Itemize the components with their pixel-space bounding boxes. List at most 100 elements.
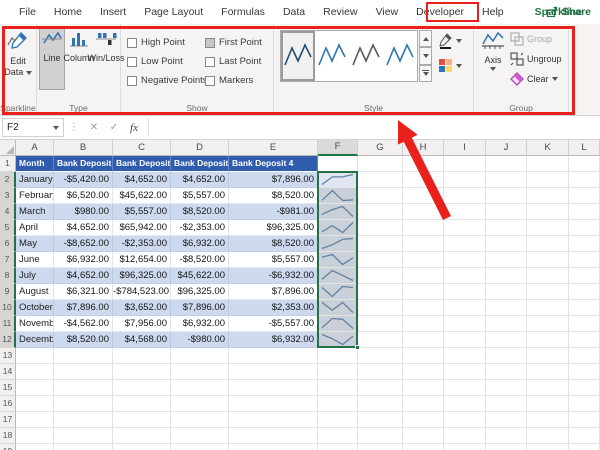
- cell-A8[interactable]: July: [16, 268, 54, 284]
- cell-L11[interactable]: [569, 316, 600, 332]
- row-header-7[interactable]: 7: [0, 252, 16, 268]
- cell-G6[interactable]: [358, 236, 403, 252]
- cell-E12[interactable]: $6,932.00: [229, 332, 318, 348]
- cell-I7[interactable]: [444, 252, 486, 268]
- cell-C10[interactable]: $3,652.00: [113, 300, 171, 316]
- column-header-C[interactable]: C: [113, 140, 171, 156]
- cell-E10[interactable]: $2,353.00: [229, 300, 318, 316]
- cell-A7[interactable]: June: [16, 252, 54, 268]
- table-header-C1[interactable]: Bank Deposit 2: [113, 156, 171, 172]
- cell-D15[interactable]: [171, 380, 229, 396]
- tab-developer[interactable]: Developer: [407, 0, 473, 24]
- column-header-F[interactable]: F: [318, 140, 358, 156]
- cell-L15[interactable]: [569, 380, 600, 396]
- cell-D8[interactable]: $45,622.00: [171, 268, 229, 284]
- row-header-6[interactable]: 6: [0, 236, 16, 252]
- cell-L18[interactable]: [569, 428, 600, 444]
- insert-function-icon[interactable]: fx: [124, 122, 144, 134]
- cell-B8[interactable]: $4,652.00: [54, 268, 113, 284]
- style-gallery-more-button[interactable]: [419, 64, 432, 82]
- cell-D7[interactable]: -$8,520.00: [171, 252, 229, 268]
- cell-J18[interactable]: [486, 428, 527, 444]
- tab-review[interactable]: Review: [314, 0, 366, 24]
- cell-K4[interactable]: [527, 204, 569, 220]
- cell-K7[interactable]: [527, 252, 569, 268]
- cell-D12[interactable]: -$980.00: [171, 332, 229, 348]
- cell-C3[interactable]: $45,622.00: [113, 188, 171, 204]
- cell-L5[interactable]: [569, 220, 600, 236]
- cell-E4[interactable]: -$981.00: [229, 204, 318, 220]
- cell-J4[interactable]: [486, 204, 527, 220]
- cell-G9[interactable]: [358, 284, 403, 300]
- cell-H18[interactable]: [403, 428, 444, 444]
- sparkline-cell-F3[interactable]: [318, 188, 358, 204]
- cell-D10[interactable]: $7,896.00: [171, 300, 229, 316]
- cell-H13[interactable]: [403, 348, 444, 364]
- cell-H14[interactable]: [403, 364, 444, 380]
- cell-B14[interactable]: [54, 364, 113, 380]
- column-header-K[interactable]: K: [527, 140, 569, 156]
- cell-E3[interactable]: $8,520.00: [229, 188, 318, 204]
- cell-C12[interactable]: $4,568.00: [113, 332, 171, 348]
- cell-K14[interactable]: [527, 364, 569, 380]
- cell-I13[interactable]: [444, 348, 486, 364]
- cell-I9[interactable]: [444, 284, 486, 300]
- sparkline-cell-F10[interactable]: [318, 300, 358, 316]
- row-header-1[interactable]: 1: [0, 156, 16, 172]
- cell-C13[interactable]: [113, 348, 171, 364]
- row-header-11[interactable]: 11: [0, 316, 16, 332]
- cell-A13[interactable]: [16, 348, 54, 364]
- row-header-4[interactable]: 4: [0, 204, 16, 220]
- cell-A10[interactable]: October: [16, 300, 54, 316]
- cell-E8[interactable]: -$6,932.00: [229, 268, 318, 284]
- table-header-B1[interactable]: Bank Deposit 1: [54, 156, 113, 172]
- cell-I2[interactable]: [444, 172, 486, 188]
- cell-H5[interactable]: [403, 220, 444, 236]
- cell-L7[interactable]: [569, 252, 600, 268]
- group-button[interactable]: Group: [510, 31, 562, 47]
- column-header-I[interactable]: I: [444, 140, 486, 156]
- cell-A14[interactable]: [16, 364, 54, 380]
- style-preview-1[interactable]: [281, 31, 315, 81]
- cell-J19[interactable]: [486, 444, 527, 450]
- cell-I5[interactable]: [444, 220, 486, 236]
- cell-L8[interactable]: [569, 268, 600, 284]
- column-header-A[interactable]: A: [16, 140, 54, 156]
- cell-K17[interactable]: [527, 412, 569, 428]
- table-header-D1[interactable]: Bank Deposit 3: [171, 156, 229, 172]
- cell-C4[interactable]: $5,557.00: [113, 204, 171, 220]
- cell-A19[interactable]: [16, 444, 54, 450]
- cell-K15[interactable]: [527, 380, 569, 396]
- cell-E5[interactable]: $96,325.00: [229, 220, 318, 236]
- sparkline-cell-F9[interactable]: [318, 284, 358, 300]
- cell-L12[interactable]: [569, 332, 600, 348]
- cell-C7[interactable]: $12,654.00: [113, 252, 171, 268]
- cell-F15[interactable]: [318, 380, 358, 396]
- cell-L13[interactable]: [569, 348, 600, 364]
- cell-B13[interactable]: [54, 348, 113, 364]
- row-header-19[interactable]: 19: [0, 444, 16, 450]
- cancel-icon[interactable]: ✕: [84, 122, 104, 133]
- row-header-9[interactable]: 9: [0, 284, 16, 300]
- cell-A12[interactable]: December: [16, 332, 54, 348]
- cell-I15[interactable]: [444, 380, 486, 396]
- cell-E9[interactable]: $7,896.00: [229, 284, 318, 300]
- cell-K10[interactable]: [527, 300, 569, 316]
- column-header-D[interactable]: D: [171, 140, 229, 156]
- cell-E16[interactable]: [229, 396, 318, 412]
- cell-B12[interactable]: $8,520.00: [54, 332, 113, 348]
- cell-F19[interactable]: [318, 444, 358, 450]
- sparkline-cell-F4[interactable]: [318, 204, 358, 220]
- type-button-winloss[interactable]: Win/Loss: [88, 28, 125, 90]
- cell-C19[interactable]: [113, 444, 171, 450]
- cell-D9[interactable]: $96,325.00: [171, 284, 229, 300]
- cell-G2[interactable]: [358, 172, 403, 188]
- cell-E11[interactable]: -$5,557.00: [229, 316, 318, 332]
- cell-D4[interactable]: $8,520.00: [171, 204, 229, 220]
- cell-L19[interactable]: [569, 444, 600, 450]
- cell-G18[interactable]: [358, 428, 403, 444]
- sparkline-cell-F5[interactable]: [318, 220, 358, 236]
- cell-B10[interactable]: $7,896.00: [54, 300, 113, 316]
- cell-J8[interactable]: [486, 268, 527, 284]
- cell-C5[interactable]: $65,942.00: [113, 220, 171, 236]
